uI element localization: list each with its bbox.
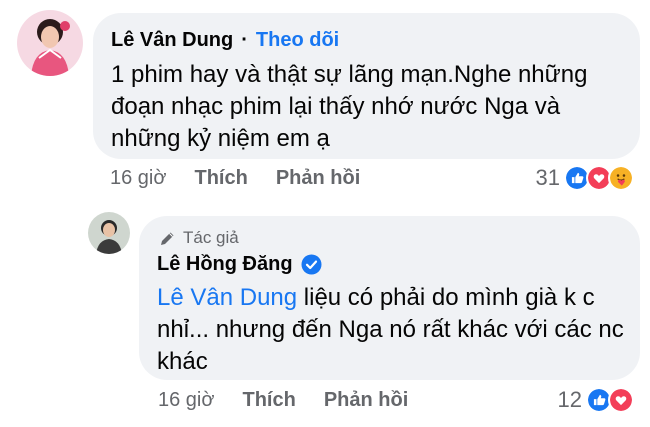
follow-button[interactable]: Theo dõi — [256, 29, 339, 52]
reply-text: Lê Vân Dung liệu có phải do mình già k c… — [157, 282, 637, 378]
reaction-count: 31 — [535, 165, 560, 190]
author-badge: Tác giả — [159, 228, 239, 248]
reaction-summary[interactable]: 12 — [558, 387, 634, 413]
comment-text: 1 phim hay và thật sự lãng mạn.Nghe nhữn… — [111, 61, 588, 152]
reply-button[interactable]: Phản hồi — [276, 167, 360, 190]
separator-dot: · — [241, 29, 248, 51]
commenter-avatar[interactable] — [17, 10, 83, 76]
reply-timestamp[interactable]: 16 giờ — [158, 389, 214, 412]
comment-timestamp[interactable]: 16 giờ — [110, 167, 166, 190]
author-avatar[interactable] — [88, 212, 130, 254]
like-button[interactable]: Thích — [242, 389, 295, 412]
like-button[interactable]: Thích — [194, 167, 247, 190]
pen-icon — [161, 232, 174, 245]
author-badge-label: Tác giả — [183, 228, 239, 247]
reply-header: Lê Hồng Đăng — [157, 253, 322, 276]
comment-header: Lê Vân Dung · Theo dõi — [111, 29, 339, 52]
reaction-summary[interactable]: 31 — [536, 165, 634, 191]
reply-actions: 16 giờ Thích Phản hồi — [158, 389, 408, 412]
verified-badge-icon — [301, 254, 322, 275]
commenter-name[interactable]: Lê Vân Dung — [111, 29, 233, 52]
comment-actions: 16 giờ Thích Phản hồi — [110, 167, 360, 190]
reply-button[interactable]: Phản hồi — [324, 389, 408, 412]
reply-author-name[interactable]: Lê Hồng Đăng — [157, 253, 293, 276]
love-icon — [608, 387, 634, 413]
reaction-count: 12 — [557, 387, 582, 412]
mention-link[interactable]: Lê Vân Dung — [157, 284, 297, 311]
care-icon — [608, 165, 634, 191]
